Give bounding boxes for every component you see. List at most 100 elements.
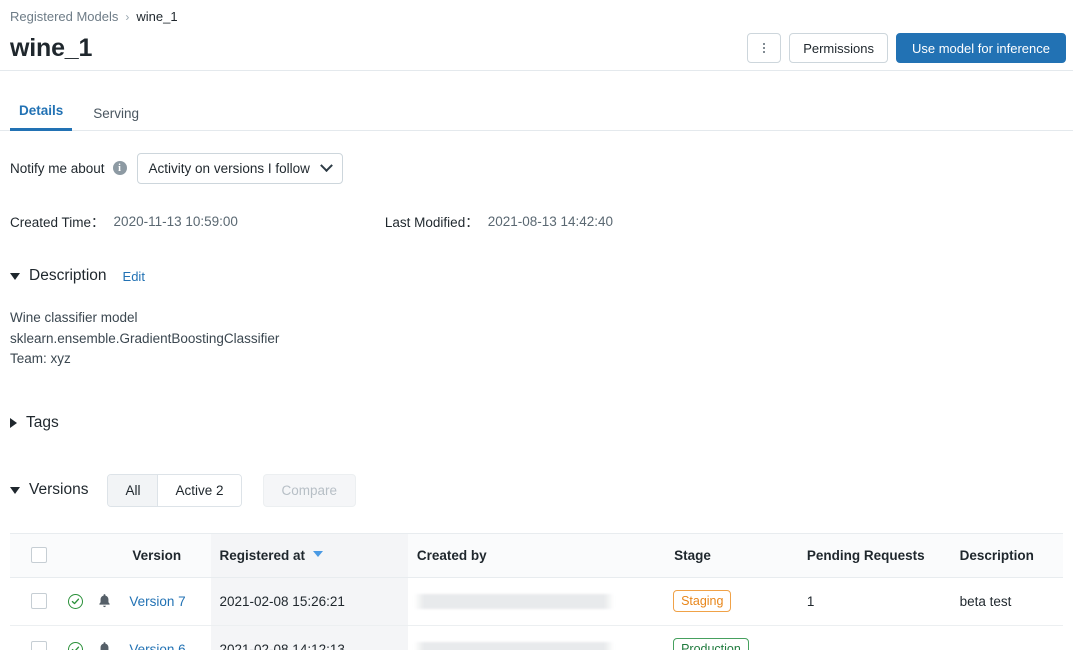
description-heading: Description [29,267,107,285]
overflow-menu-button[interactable] [747,33,781,63]
sort-descending-icon[interactable] [313,551,323,557]
column-header-registered-at[interactable]: Registered at [211,533,408,577]
vertical-dots-icon [763,43,765,53]
notify-scope-selected-value: Activity on versions I follow [149,161,310,176]
created-time-value: 2020-11-13 10:59:00 [114,214,238,229]
notify-header [94,533,123,577]
row-description-cell: beta test [951,577,1063,625]
check-circle-icon [68,642,83,650]
caret-right-icon[interactable] [10,418,17,428]
registered-at-value: 2021-02-08 14:12:13 [211,642,408,650]
description-header: Description Edit [0,267,1073,285]
tab-bar: Details Serving [0,87,1073,131]
version-link[interactable]: Version 6 [123,642,185,650]
caret-down-icon[interactable] [10,273,20,280]
model-timestamps: Created Time： 2020-11-13 10:59:00 Last M… [0,211,1073,231]
row-created-by-cell [408,625,665,650]
column-header-description[interactable]: Description [951,533,1063,577]
table-row[interactable]: Version 7 2021-02-08 15:26:21 Staging 1 [10,577,1063,625]
tags-header[interactable]: Tags [0,414,1073,432]
status-header [60,533,94,577]
column-header-pending-requests-label: Pending Requests [807,548,925,563]
column-header-version-label: Version [132,548,181,563]
status-badge: Staging [673,590,731,612]
versions-section: Versions All Active 2 Compare [0,474,1073,650]
row-pending-requests-cell: — [788,625,951,650]
header-divider [0,70,1073,71]
notify-scope-select[interactable]: Activity on versions I follow [137,153,343,184]
versions-filter-active[interactable]: Active 2 [157,475,240,506]
caret-down-icon[interactable] [10,487,20,494]
column-header-pending-requests[interactable]: Pending Requests [788,533,951,577]
row-checkbox[interactable] [31,641,47,650]
breadcrumb: Registered Models › wine_1 [0,0,1073,26]
registered-at-value: 2021-02-08 15:26:21 [211,594,408,609]
versions-filter-group: All Active 2 [107,474,241,507]
row-registered-at-cell: 2021-02-08 14:12:13 [211,625,408,650]
row-pending-requests-cell: 1 [788,577,951,625]
row-checkbox[interactable] [31,593,47,609]
row-description-cell [951,625,1063,650]
versions-table: Version Registered at Created by Stage [10,533,1063,650]
use-model-for-inference-button[interactable]: Use model for inference [896,33,1066,63]
tab-serving[interactable]: Serving [84,106,148,131]
row-description-value: beta test [951,594,1063,609]
check-circle-icon [68,594,83,609]
tags-section: Tags [0,414,1073,432]
chevron-down-icon [320,159,333,172]
select-all-checkbox[interactable] [31,547,47,563]
column-header-stage-label: Stage [674,548,711,563]
column-header-version[interactable]: Version [123,533,210,577]
row-version-cell: Version 7 [123,577,210,625]
tab-details[interactable]: Details [10,103,72,131]
row-stage-cell: Staging [665,577,788,625]
versions-heading: Versions [29,481,88,499]
pending-requests-value: 1 [788,594,951,609]
row-status-cell [60,625,94,650]
breadcrumb-current: wine_1 [136,9,177,24]
column-header-stage[interactable]: Stage [665,533,788,577]
notify-label: Notify me about [10,161,105,176]
breadcrumb-link-registered-models[interactable]: Registered Models [10,9,118,24]
tags-heading: Tags [26,414,59,432]
bell-icon[interactable] [97,641,112,650]
compare-button[interactable]: Compare [263,474,357,507]
created-by-redacted [414,642,614,650]
column-header-registered-at-label: Registered at [220,548,306,563]
created-by-redacted [414,594,614,609]
table-row[interactable]: Version 6 2021-02-08 14:12:13 Production… [10,625,1063,650]
bell-icon[interactable] [97,593,112,609]
row-notify-cell [94,625,123,650]
row-stage-cell: Production [665,625,788,650]
created-time-label: Created Time： [10,211,105,231]
versions-table-head: Version Registered at Created by Stage [10,533,1063,577]
last-modified-label: Last Modified： [385,211,479,231]
column-header-created-by[interactable]: Created by [408,533,665,577]
row-created-by-cell [408,577,665,625]
row-status-cell [60,577,94,625]
table-header-row: Version Registered at Created by Stage [10,533,1063,577]
column-header-created-by-label: Created by [417,548,487,563]
select-all-header [10,533,60,577]
versions-header: Versions All Active 2 Compare [0,474,1073,507]
column-header-description-label: Description [960,548,1034,563]
breadcrumb-separator-icon: › [125,10,129,24]
row-registered-at-cell: 2021-02-08 15:26:21 [211,577,408,625]
page-title: wine_1 [10,34,92,63]
notify-me-about-row: Notify me about i Activity on versions I… [0,152,1073,184]
row-select-cell [10,625,60,650]
last-modified-value: 2021-08-13 14:42:40 [488,214,613,229]
description-body: Wine classifier model sklearn.ensemble.G… [0,308,1073,370]
edit-description-link[interactable]: Edit [123,269,145,284]
header-actions: Permissions Use model for inference [747,33,1066,63]
page-header: wine_1 Permissions Use model for inferen… [0,26,1073,70]
description-line: Team: xyz [10,349,1063,370]
row-notify-cell [94,577,123,625]
versions-filter-all[interactable]: All [108,475,157,506]
permissions-button[interactable]: Permissions [789,33,888,63]
versions-table-wrapper: Version Registered at Created by Stage [0,533,1073,650]
version-link[interactable]: Version 7 [123,594,185,609]
info-icon[interactable]: i [113,161,127,175]
row-select-cell [10,577,60,625]
versions-table-body: Version 7 2021-02-08 15:26:21 Staging 1 [10,577,1063,650]
